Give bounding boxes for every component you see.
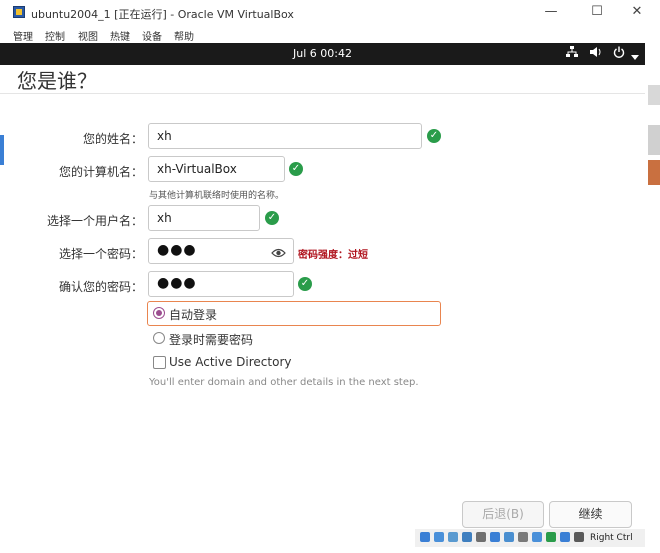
- virtualbox-app-icon: [13, 6, 25, 18]
- continue-button[interactable]: 继续: [549, 501, 632, 528]
- display-icon[interactable]: [504, 532, 514, 542]
- network-adapter-icon[interactable]: [462, 532, 472, 542]
- name-label: 您的姓名：: [82, 132, 143, 146]
- maximize-button[interactable]: ☐: [586, 3, 608, 21]
- menu-control[interactable]: 控制: [45, 28, 65, 43]
- cpu-icon[interactable]: [532, 532, 542, 542]
- usb-icon[interactable]: [476, 532, 486, 542]
- menu-devices[interactable]: 设备: [142, 28, 162, 43]
- host-desktop-fragment: [0, 135, 4, 165]
- power-icon[interactable]: [613, 46, 625, 61]
- host-desktop-fragment: [648, 125, 660, 155]
- page-title: 您是谁？: [17, 69, 97, 93]
- active-directory-label[interactable]: Use Active Directory: [169, 355, 291, 369]
- mouse-integration-icon[interactable]: [560, 532, 570, 542]
- active-directory-checkbox[interactable]: [153, 356, 166, 369]
- volume-icon[interactable]: [590, 46, 603, 61]
- vm-screen[interactable]: [0, 43, 645, 553]
- close-button[interactable]: ✕: [626, 3, 648, 21]
- menu-help[interactable]: 帮助: [174, 28, 194, 43]
- optical-drive-icon[interactable]: [434, 532, 444, 542]
- username-ok-icon: ✓: [265, 211, 279, 225]
- menu-view[interactable]: 视图: [78, 28, 98, 43]
- clock[interactable]: Jul 6 00:42: [0, 47, 645, 60]
- password-strength: 密码强度：过短: [298, 250, 368, 261]
- name-input[interactable]: xh: [148, 123, 422, 149]
- menu-arrow-icon[interactable]: [631, 50, 639, 64]
- host-desktop-strip: [645, 43, 660, 553]
- network-icon[interactable]: [566, 46, 578, 61]
- require-password-radio[interactable]: [153, 332, 165, 344]
- menu-hotkey[interactable]: 热键: [110, 28, 130, 43]
- auto-login-radio[interactable]: [153, 307, 165, 319]
- host-key-label: Right Ctrl: [590, 533, 633, 543]
- confirm-password-label: 确认您的密码：: [58, 280, 143, 294]
- menu-manage[interactable]: 管理: [13, 28, 33, 43]
- audio-icon[interactable]: [448, 532, 458, 542]
- active-directory-note: You'll enter domain and other details in…: [149, 377, 419, 388]
- computer-name-label: 您的计算机名：: [58, 165, 143, 179]
- computer-name-hint: 与其他计算机联络时使用的名称。: [149, 191, 285, 201]
- confirm-password-input[interactable]: ●●●: [148, 271, 294, 297]
- name-ok-icon: ✓: [427, 129, 441, 143]
- auto-login-label[interactable]: 自动登录: [169, 306, 217, 323]
- require-password-label[interactable]: 登录时需要密码: [169, 331, 253, 348]
- show-password-eye-icon[interactable]: [271, 244, 286, 263]
- keyboard-capture-icon[interactable]: [574, 532, 584, 542]
- password-label: 选择一个密码：: [58, 247, 143, 261]
- title-divider: [0, 93, 645, 94]
- minimize-button[interactable]: —: [540, 3, 562, 21]
- menubar: [0, 26, 660, 43]
- hard-disk-icon[interactable]: [420, 532, 430, 542]
- computer-name-ok-icon: ✓: [289, 162, 303, 176]
- confirm-password-ok-icon: ✓: [298, 277, 312, 291]
- shared-folders-icon[interactable]: [490, 532, 500, 542]
- username-label: 选择一个用户名：: [46, 214, 143, 228]
- host-desktop-fragment: [648, 160, 660, 185]
- computer-name-input[interactable]: xh-VirtualBox: [148, 156, 285, 182]
- recording-icon[interactable]: [518, 532, 528, 542]
- window-title: ubuntu2004_1 [正在运行] - Oracle VM VirtualB…: [31, 8, 294, 21]
- host-desktop-fragment: [648, 85, 660, 105]
- guest-additions-icon[interactable]: [546, 532, 556, 542]
- username-input[interactable]: xh: [148, 205, 260, 231]
- back-button[interactable]: 后退(B): [462, 501, 544, 528]
